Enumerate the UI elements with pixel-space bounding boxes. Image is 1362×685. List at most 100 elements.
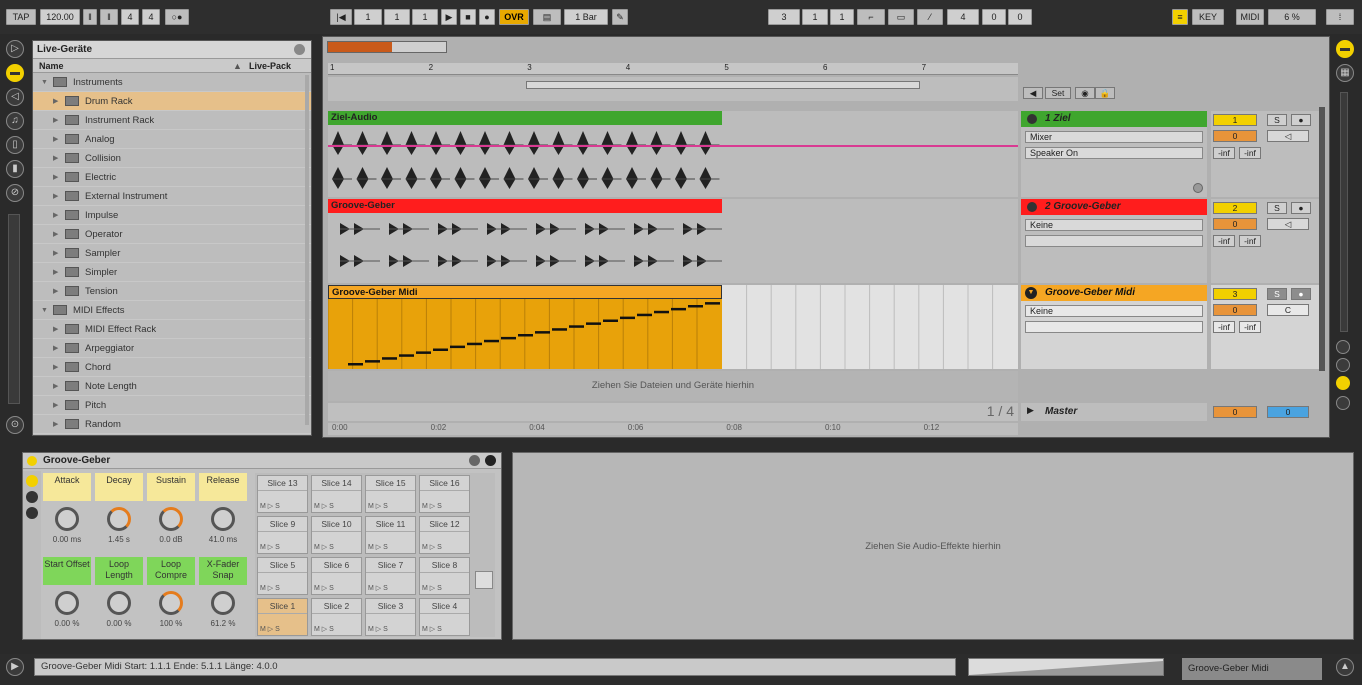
sig-denominator[interactable]: 4: [142, 9, 160, 25]
computer-midi-keyboard-icon[interactable]: ≡: [1172, 9, 1188, 25]
device-on-icon[interactable]: [27, 456, 37, 466]
browser-item[interactable]: ▶ Impulse: [33, 206, 311, 225]
macro-knob[interactable]: [55, 591, 79, 615]
folder-icon[interactable]: ▮: [6, 160, 24, 178]
punch-in-icon[interactable]: ▭: [888, 9, 914, 25]
fold-icon[interactable]: ▼: [1025, 287, 1037, 299]
track-3-name[interactable]: Groove-Geber Midi: [1021, 285, 1207, 301]
browser-item[interactable]: ▶ Random: [33, 415, 311, 434]
tempo-field[interactable]: 120.00: [40, 9, 80, 25]
plugins-icon[interactable]: ◁: [6, 88, 24, 106]
pad-buttons[interactable]: M ▷ S: [368, 502, 413, 510]
draw-mode-icon[interactable]: ✎: [612, 9, 628, 25]
browser-item[interactable]: ▶ MIDI Effect Rack: [33, 320, 311, 339]
arr-pos-sixteenth[interactable]: 1: [412, 9, 438, 25]
solo-button[interactable]: S: [1267, 288, 1287, 300]
loop-len-sixteenth[interactable]: 0: [1008, 9, 1032, 25]
disclosure-closed-icon[interactable]: ▶: [53, 320, 58, 339]
disclosure-open-icon[interactable]: ▼: [41, 301, 48, 320]
master-pan[interactable]: 0: [1267, 406, 1309, 418]
track-3-input[interactable]: Keine: [1025, 305, 1203, 317]
macro-knob[interactable]: [211, 507, 235, 531]
pad-buttons[interactable]: M ▷ S: [314, 543, 359, 551]
pad-buttons[interactable]: M ▷ S: [314, 584, 359, 592]
track-1-volume[interactable]: 0: [1213, 130, 1257, 142]
clip-ziel-audio[interactable]: Ziel-Audio: [328, 111, 722, 125]
macro-knob[interactable]: [211, 591, 235, 615]
macro-view-icon[interactable]: [26, 475, 38, 487]
tap-button[interactable]: TAP: [6, 9, 36, 25]
drum-pad[interactable]: Slice 11 M ▷ S: [365, 516, 416, 554]
solo-button[interactable]: S: [1267, 202, 1287, 214]
set-button[interactable]: Set: [1045, 87, 1071, 99]
disclosure-open-icon[interactable]: ▼: [41, 73, 48, 92]
play-icon[interactable]: ▶: [1027, 405, 1034, 416]
automation-line[interactable]: [328, 145, 1018, 147]
track-2-input[interactable]: Keine: [1025, 219, 1203, 231]
drum-pad[interactable]: Slice 10 M ▷ S: [311, 516, 362, 554]
places-icon[interactable]: ♫: [6, 112, 24, 130]
disclosure-closed-icon[interactable]: ▶: [53, 244, 58, 263]
arr-pos-beat[interactable]: 1: [384, 9, 410, 25]
track-1-monitor[interactable]: Speaker On: [1025, 147, 1203, 159]
macro-knob[interactable]: [107, 507, 131, 531]
browser-item[interactable]: ▶ Arpeggiator: [33, 339, 311, 358]
macro-knob[interactable]: [159, 591, 183, 615]
session-view-icon[interactable]: ▦: [1336, 64, 1354, 82]
detail-toggle-icon[interactable]: ▶: [6, 658, 24, 676]
disclosure-closed-icon[interactable]: ▶: [53, 415, 58, 434]
track-3-lane[interactable]: Groove-Geber Midi: [328, 285, 1018, 369]
pad-buttons[interactable]: M ▷ S: [422, 543, 467, 551]
browser-item[interactable]: ▶ Note Length: [33, 377, 311, 396]
disclosure-closed-icon[interactable]: ▶: [53, 149, 58, 168]
master-lane[interactable]: 1 / 4: [328, 403, 1018, 421]
follow-button[interactable]: |◀: [330, 9, 352, 25]
drum-pad[interactable]: Slice 5 M ▷ S: [257, 557, 308, 595]
disclosure-closed-icon[interactable]: ▶: [53, 130, 58, 149]
metronome-button[interactable]: ○●: [165, 9, 189, 25]
arm-icon[interactable]: ●: [1291, 288, 1311, 300]
track-3-number[interactable]: 3: [1213, 288, 1257, 300]
loop-brace-area[interactable]: [328, 77, 1018, 101]
loop-len-beat[interactable]: 0: [982, 9, 1006, 25]
mixer-toggle-icon[interactable]: [1336, 396, 1350, 410]
track-2-name[interactable]: 2 Groove-Geber: [1021, 199, 1207, 215]
live-devices-icon[interactable]: ▬: [6, 64, 24, 82]
returns-toggle-icon[interactable]: [1336, 376, 1350, 390]
beat-ruler[interactable]: 1 2 3 4 5 6 7: [328, 63, 1018, 75]
device-menu-icon[interactable]: [469, 455, 480, 466]
disclosure-closed-icon[interactable]: ▶: [53, 396, 58, 415]
browser-item[interactable]: ▶ Drum Rack: [33, 92, 311, 111]
pan-knob[interactable]: ◁: [1267, 130, 1309, 142]
disclosure-closed-icon[interactable]: ▶: [53, 206, 58, 225]
drop-zone[interactable]: Ziehen Sie Dateien und Geräte hierhin: [328, 371, 1018, 401]
sig-numerator[interactable]: 4: [121, 9, 139, 25]
track-2-lane[interactable]: Groove-Geber: [328, 199, 1018, 283]
macro-knob[interactable]: [107, 591, 131, 615]
disclosure-closed-icon[interactable]: ▶: [53, 358, 58, 377]
col-pack[interactable]: Live-Pack: [249, 59, 291, 73]
drum-pad[interactable]: Slice 8 M ▷ S: [419, 557, 470, 595]
browser-item[interactable]: ▶ Instrument Rack: [33, 111, 311, 130]
disclosure-closed-icon[interactable]: ▶: [53, 168, 58, 187]
unfold-icon[interactable]: [1193, 183, 1203, 193]
sort-icon[interactable]: ▲: [233, 59, 242, 73]
track-3-volume[interactable]: 0: [1213, 304, 1257, 316]
fold-icon[interactable]: [1027, 202, 1037, 212]
disclosure-closed-icon[interactable]: ▶: [53, 111, 58, 130]
selected-track-label[interactable]: Groove-Geber Midi: [1182, 658, 1322, 680]
col-name[interactable]: Name: [39, 59, 64, 73]
punch-out-icon[interactable]: ⁄: [917, 9, 943, 25]
key-map-button[interactable]: KEY: [1192, 9, 1224, 25]
macro-knob[interactable]: [159, 507, 183, 531]
arrangement-view-icon[interactable]: ▬: [1336, 40, 1354, 58]
time-ruler[interactable]: 0:00 0:02 0:04 0:06 0:08 0:10 0:12: [328, 423, 1018, 435]
loop-switch-icon[interactable]: ⌐: [857, 9, 885, 25]
track-2-volume[interactable]: 0: [1213, 218, 1257, 230]
disclosure-closed-icon[interactable]: ▶: [53, 377, 58, 396]
browser-item[interactable]: ▼ MIDI Effects: [33, 301, 311, 320]
fold-tracks-icon[interactable]: ◀: [1023, 87, 1043, 99]
drum-pad[interactable]: Slice 16 M ▷ S: [419, 475, 470, 513]
drum-pad[interactable]: Slice 7 M ▷ S: [365, 557, 416, 595]
track-2-number[interactable]: 2: [1213, 202, 1257, 214]
